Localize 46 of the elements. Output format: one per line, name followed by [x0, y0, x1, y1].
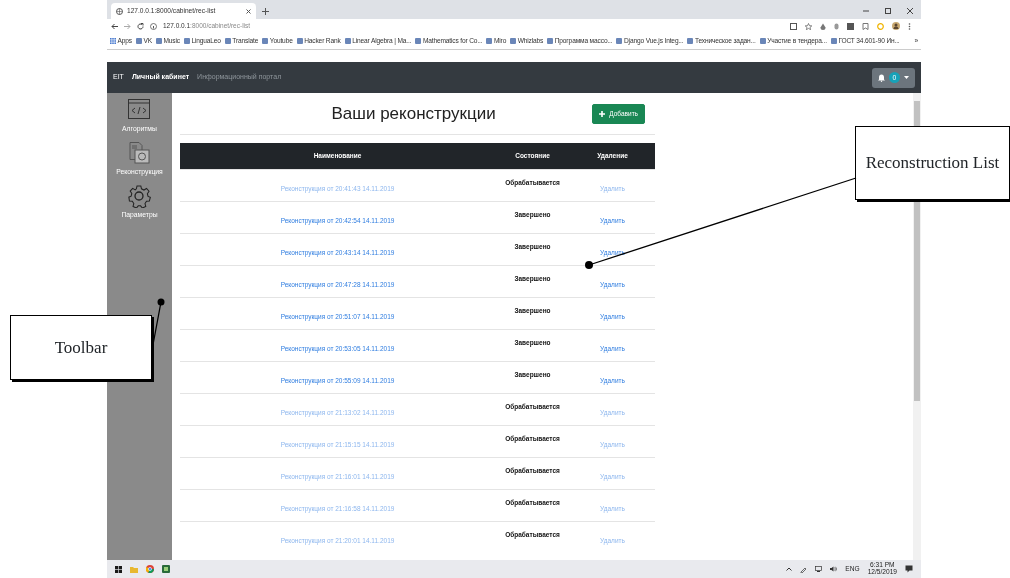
plus-icon[interactable] [262, 8, 269, 15]
speaker-icon[interactable] [830, 566, 838, 572]
favicon-icon [224, 38, 231, 44]
close-icon[interactable] [907, 8, 913, 14]
favicon-icon [415, 38, 422, 44]
bell-icon [878, 73, 885, 82]
windows-logo-icon[interactable] [115, 565, 122, 573]
more-icon[interactable] [908, 22, 911, 30]
favicon-icon [486, 38, 493, 44]
favicon-icon [616, 38, 623, 44]
capsule-icon[interactable] [834, 22, 839, 30]
back-arrow-icon[interactable] [111, 22, 118, 30]
callout-tooltip: Toolbar [10, 315, 152, 380]
favicon-icon [344, 38, 351, 44]
favicon-icon [759, 38, 766, 44]
page-title: Ваши реконструкции [330, 102, 497, 125]
plus-icon [599, 110, 606, 117]
favicon-icon [262, 38, 269, 44]
browser-icon[interactable] [146, 565, 154, 573]
favicon-icon [296, 38, 303, 44]
notification-icon[interactable] [905, 565, 913, 573]
favicon-icon [687, 38, 694, 44]
favicon-icon [155, 38, 162, 44]
avatar-icon[interactable] [892, 22, 900, 30]
favicon-icon [135, 38, 142, 44]
bookmark-icon[interactable] [862, 22, 869, 30]
app-icon[interactable] [162, 565, 170, 573]
favicon-icon [183, 38, 190, 44]
close-icon[interactable] [246, 8, 251, 14]
apps-grid-icon [110, 38, 116, 44]
globe-icon [116, 7, 123, 15]
caret-icon [904, 76, 909, 79]
code-window-icon[interactable] [128, 99, 151, 122]
reload-icon[interactable] [137, 22, 144, 30]
favicon-icon [510, 38, 517, 44]
callout-tooltip: Reconstruction List [855, 126, 1010, 200]
pen-icon[interactable] [800, 565, 808, 573]
favicon-icon [547, 38, 554, 44]
info-icon [150, 22, 157, 30]
star-icon[interactable] [805, 22, 812, 30]
maximize-icon[interactable] [885, 8, 891, 14]
drop-icon[interactable] [820, 22, 826, 30]
settings-icon[interactable] [128, 185, 151, 209]
favicon-icon [830, 38, 837, 44]
chevron-up-icon[interactable] [786, 567, 793, 571]
document-scan-icon[interactable] [128, 142, 151, 166]
